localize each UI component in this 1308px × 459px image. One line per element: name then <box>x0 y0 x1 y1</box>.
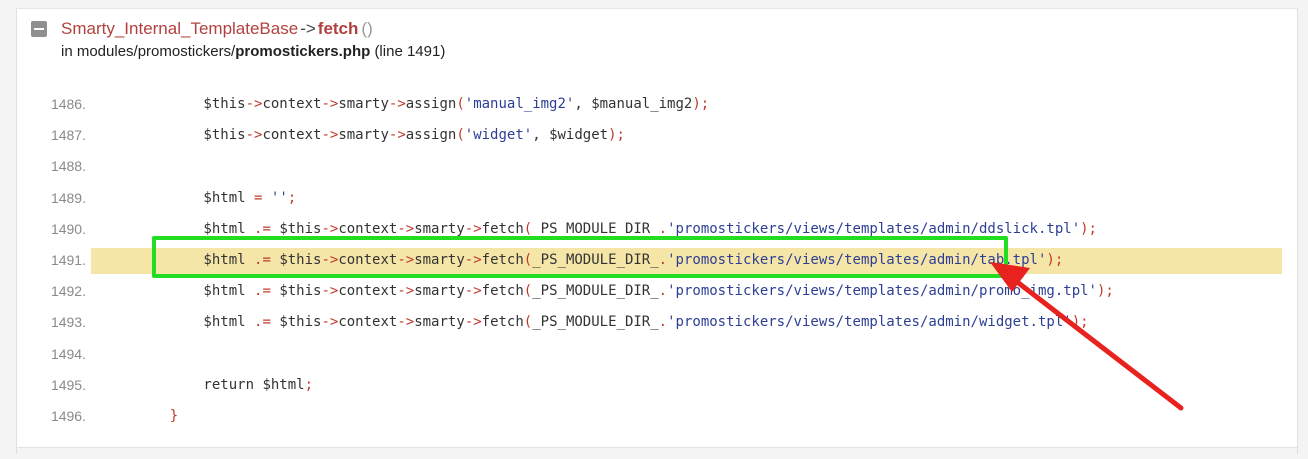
arrow-shaft <box>1009 275 1184 411</box>
annotation-arrow <box>990 262 1184 411</box>
